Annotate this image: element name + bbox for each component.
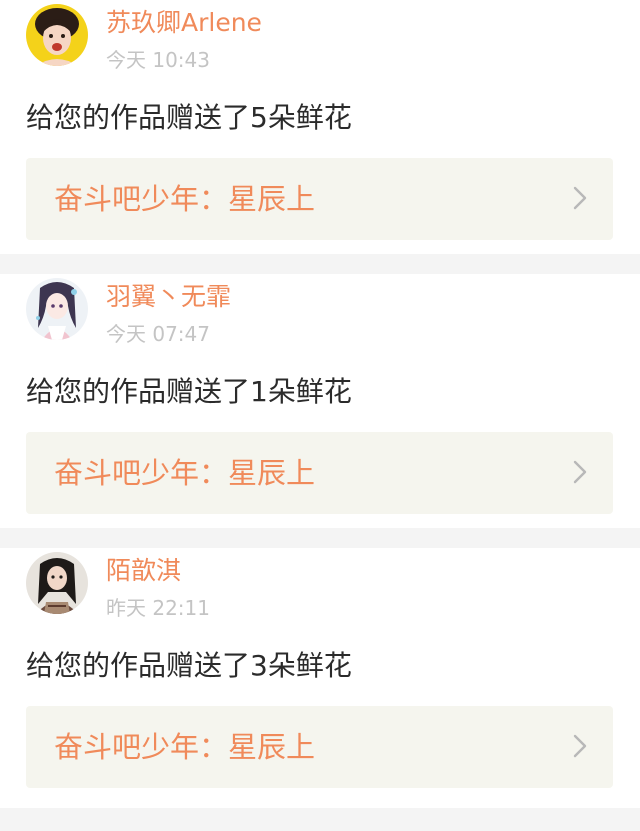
notification-card: 羽翼丶无霏 今天 07:47 给您的作品赠送了1朵鲜花 奋斗吧少年：星辰上 xyxy=(0,274,640,528)
work-title: 奋斗吧少年：星辰上 xyxy=(54,730,316,764)
work-link[interactable]: 奋斗吧少年：星辰上 xyxy=(26,706,613,788)
timestamp: 今天 07:47 xyxy=(106,322,210,346)
timestamp: 今天 10:43 xyxy=(106,48,210,72)
chevron-right-icon xyxy=(573,734,587,758)
username[interactable]: 苏玖卿Arlene xyxy=(106,6,262,40)
timestamp: 昨天 22:11 xyxy=(106,596,210,620)
notification-feed: 苏玖卿Arlene 今天 10:43 给您的作品赠送了5朵鲜花 奋斗吧少年：星辰… xyxy=(0,0,640,808)
work-title: 奋斗吧少年：星辰上 xyxy=(54,456,316,490)
chevron-right-icon xyxy=(573,186,587,210)
notification-card: 苏玖卿Arlene 今天 10:43 给您的作品赠送了5朵鲜花 奋斗吧少年：星辰… xyxy=(0,0,640,254)
work-link[interactable]: 奋斗吧少年：星辰上 xyxy=(26,158,613,240)
username[interactable]: 陌歆淇 xyxy=(106,554,181,588)
gift-message: 给您的作品赠送了1朵鲜花 xyxy=(26,375,352,408)
avatar[interactable] xyxy=(26,4,88,66)
notification-card: 陌歆淇 昨天 22:11 给您的作品赠送了3朵鲜花 奋斗吧少年：星辰上 xyxy=(0,548,640,808)
avatar[interactable] xyxy=(26,552,88,614)
chevron-right-icon xyxy=(573,460,587,484)
avatar-girl-portrait-icon xyxy=(26,552,88,614)
gift-message: 给您的作品赠送了3朵鲜花 xyxy=(26,649,352,682)
username[interactable]: 羽翼丶无霏 xyxy=(106,280,231,314)
avatar-anime-girl-icon xyxy=(26,278,88,340)
avatar-girl-yellow-icon xyxy=(26,4,88,66)
avatar[interactable] xyxy=(26,278,88,340)
work-title: 奋斗吧少年：星辰上 xyxy=(54,182,316,216)
work-link[interactable]: 奋斗吧少年：星辰上 xyxy=(26,432,613,514)
gift-message: 给您的作品赠送了5朵鲜花 xyxy=(26,101,352,134)
